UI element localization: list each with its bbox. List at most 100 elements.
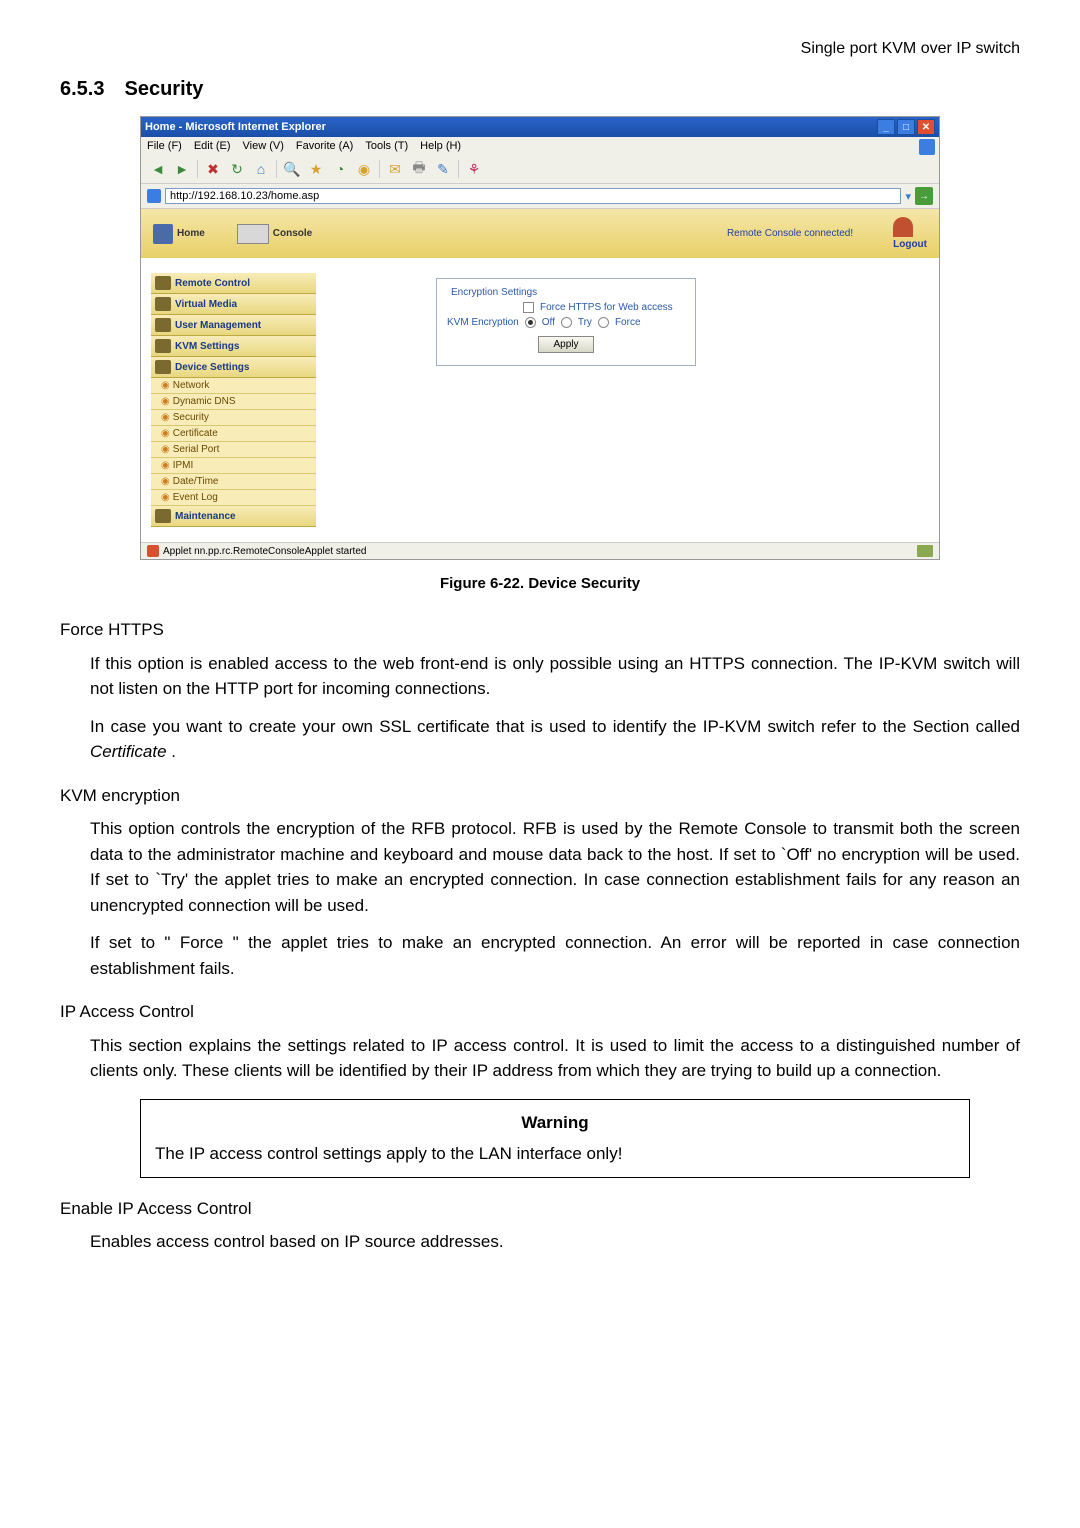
window-title: Home - Microsoft Internet Explorer [145, 121, 877, 133]
sidebar-sub-dynamic-dns[interactable]: ◉Dynamic DNS [151, 394, 316, 410]
sub-label: Event Log [173, 492, 218, 503]
text-italic: Certificate [90, 742, 167, 761]
status-text: Applet nn.pp.rc.RemoteConsoleApplet star… [163, 546, 917, 557]
logout-icon[interactable] [893, 217, 913, 237]
minimize-button[interactable]: _ [877, 119, 895, 135]
back-button[interactable]: ◄ [147, 158, 169, 180]
sidebar: Remote Control Virtual Media User Manage… [151, 273, 316, 527]
sub-label: Date/Time [173, 476, 219, 487]
warning-text: The IP access control settings apply to … [155, 1141, 955, 1167]
sidebar-item-remote-control[interactable]: Remote Control [151, 273, 316, 294]
para-kvm-enc-2: If set to " Force " the applet tries to … [90, 930, 1020, 981]
sidebar-sub-certificate[interactable]: ◉Certificate [151, 426, 316, 442]
menubar: File (F) Edit (E) View (V) Favorite (A) … [141, 137, 939, 155]
sidebar-sub-event-log[interactable]: ◉Event Log [151, 490, 316, 506]
apply-button[interactable]: Apply [538, 336, 593, 353]
go-button[interactable]: → [915, 187, 933, 205]
sub-label: Network [173, 380, 210, 391]
applet-icon [147, 545, 159, 557]
page-header: Single port KVM over IP switch [60, 40, 1020, 58]
sub-label: IPMI [173, 460, 194, 471]
home-tab[interactable]: Home [177, 228, 205, 239]
forward-button[interactable]: ► [171, 158, 193, 180]
maximize-button[interactable]: □ [897, 119, 915, 135]
print-icon[interactable]: 🖶 [408, 158, 430, 180]
sidebar-sub-network[interactable]: ◉Network [151, 378, 316, 394]
console-tab[interactable]: Console [273, 228, 312, 239]
radio-try-label: Try [578, 317, 592, 328]
para-kvm-enc-1: This option controls the encryption of t… [90, 816, 1020, 918]
history-icon[interactable]: ◔ [329, 158, 351, 180]
logout-label[interactable]: Logout [893, 239, 927, 250]
address-icon [147, 189, 161, 203]
sidebar-item-kvm-settings[interactable]: KVM Settings [151, 336, 316, 357]
sub-label: Security [173, 412, 209, 423]
sidebar-item-maintenance[interactable]: Maintenance [151, 506, 316, 527]
status-bar: Applet nn.pp.rc.RemoteConsoleApplet star… [141, 542, 939, 559]
force-https-label: Force HTTPS for Web access [540, 302, 673, 313]
sub-label: Dynamic DNS [173, 396, 236, 407]
app-header: Home Console Remote Console connected! L… [141, 209, 939, 258]
force-https-checkbox[interactable] [523, 302, 534, 313]
media-icon[interactable]: ◉ [353, 158, 375, 180]
menu-help[interactable]: Help (H) [420, 140, 461, 152]
toolbar: ◄ ► ✖ ↻ ⌂ 🔍 ★ ◔ ◉ ✉ 🖶 ✎ ⚘ [141, 155, 939, 184]
wrench-icon [155, 509, 171, 523]
edit-icon[interactable]: ✎ [432, 158, 454, 180]
close-button[interactable]: ✕ [917, 119, 935, 135]
disk-icon [155, 297, 171, 311]
menu-tools[interactable]: Tools (T) [365, 140, 408, 152]
favorites-icon[interactable]: ★ [305, 158, 327, 180]
sidebar-item-virtual-media[interactable]: Virtual Media [151, 294, 316, 315]
text-span: In case you want to create your own SSL … [90, 717, 1020, 736]
radio-force-label: Force [615, 317, 641, 328]
home-icon[interactable] [153, 224, 173, 244]
section-title-text: Security [124, 78, 203, 100]
browser-window: Home - Microsoft Internet Explorer _ □ ✕… [140, 116, 940, 560]
internet-zone-icon [917, 545, 933, 557]
menu-file[interactable]: File (F) [147, 140, 182, 152]
fieldset-legend: Encryption Settings [447, 287, 541, 298]
device-icon [155, 360, 171, 374]
url-input[interactable]: http://192.168.10.23/home.asp [165, 188, 901, 204]
sidebar-sub-serial-port[interactable]: ◉Serial Port [151, 442, 316, 458]
sidebar-label: Device Settings [175, 362, 249, 373]
radio-try[interactable] [561, 317, 572, 328]
menu-edit[interactable]: Edit (E) [194, 140, 231, 152]
sidebar-sub-ipmi[interactable]: ◉IPMI [151, 458, 316, 474]
sub-label: Certificate [173, 428, 218, 439]
titlebar: Home - Microsoft Internet Explorer _ □ ✕ [141, 117, 939, 137]
radio-off[interactable] [525, 317, 536, 328]
refresh-button[interactable]: ↻ [226, 158, 248, 180]
sidebar-sub-security[interactable]: ◉Security [151, 410, 316, 426]
search-icon[interactable]: 🔍 [281, 158, 303, 180]
heading-ip-access: IP Access Control [60, 999, 1020, 1025]
para-ip-access-1: This section explains the settings relat… [90, 1033, 1020, 1084]
kvm-encryption-label: KVM Encryption [447, 317, 519, 328]
warning-title: Warning [155, 1110, 955, 1136]
dropdown-icon[interactable]: ▾ [905, 190, 911, 203]
sidebar-label: Maintenance [175, 511, 236, 522]
menu-view[interactable]: View (V) [243, 140, 284, 152]
heading-kvm-encryption: KVM encryption [60, 783, 1020, 809]
heading-force-https: Force HTTPS [60, 617, 1020, 643]
mail-icon[interactable]: ✉ [384, 158, 406, 180]
sidebar-item-user-management[interactable]: User Management [151, 315, 316, 336]
radio-force[interactable] [598, 317, 609, 328]
menu-favorite[interactable]: Favorite (A) [296, 140, 353, 152]
msn-icon[interactable]: ⚘ [463, 158, 485, 180]
text-span: . [167, 742, 176, 761]
sidebar-label: KVM Settings [175, 341, 239, 352]
sidebar-sub-date-time[interactable]: ◉Date/Time [151, 474, 316, 490]
console-icon[interactable] [237, 224, 269, 244]
para-force-https-2: In case you want to create your own SSL … [90, 714, 1020, 765]
sidebar-item-device-settings[interactable]: Device Settings [151, 357, 316, 378]
section-number: 6.5.3 [60, 78, 104, 100]
sidebar-label: Remote Control [175, 278, 250, 289]
sidebar-label: User Management [175, 320, 261, 331]
home-button[interactable]: ⌂ [250, 158, 272, 180]
stop-button[interactable]: ✖ [202, 158, 224, 180]
para-enable-ip-1: Enables access control based on IP sourc… [90, 1229, 1020, 1255]
monitor-icon [155, 276, 171, 290]
gear-icon [155, 339, 171, 353]
